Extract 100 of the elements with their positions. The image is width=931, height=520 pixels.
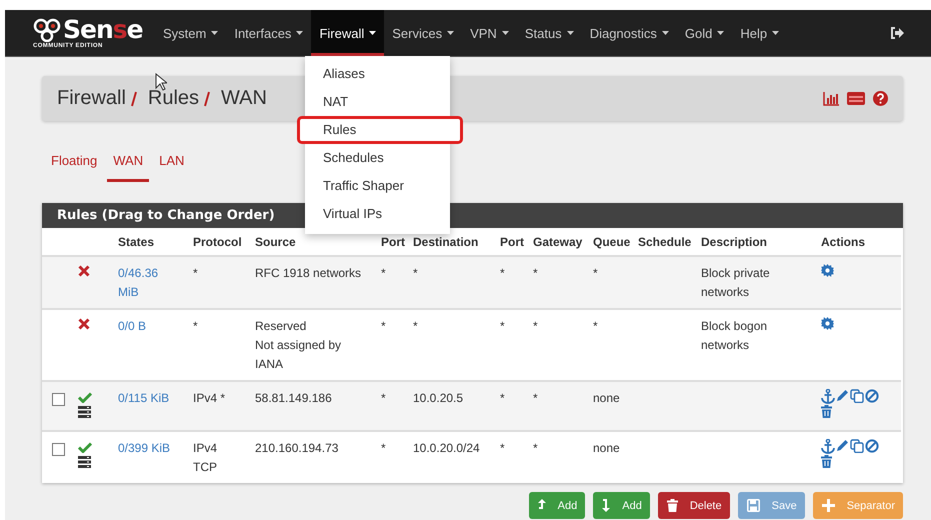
table-cell: * xyxy=(590,309,635,381)
logout-icon[interactable] xyxy=(890,27,904,39)
column-header: Gateway xyxy=(530,228,590,256)
slash-icon xyxy=(203,90,212,108)
tab[interactable]: LAN xyxy=(159,149,184,182)
table-cell-text: 210.160.194.73 xyxy=(255,440,340,457)
breadcrumb-item: Rules xyxy=(148,87,200,110)
save-icon xyxy=(746,499,760,512)
log-icon[interactable] xyxy=(847,92,865,105)
action-button[interactable]: Delete xyxy=(658,492,730,519)
caret-icon xyxy=(662,31,669,35)
column-header: States xyxy=(115,228,190,256)
column-header: Queue xyxy=(590,228,635,256)
column-header: Protocol xyxy=(190,228,252,256)
server-icon xyxy=(78,456,91,468)
table-cell: * xyxy=(497,309,530,381)
table-cell: 10.0.20.0/24 xyxy=(410,431,497,483)
logo-icon xyxy=(33,18,63,42)
caret-icon xyxy=(447,31,454,35)
caret-icon xyxy=(296,31,304,35)
disable-icon[interactable] xyxy=(865,439,879,453)
slash-icon xyxy=(130,90,138,108)
action-button[interactable]: Add xyxy=(593,492,650,519)
trash-icon xyxy=(666,499,678,512)
states-link[interactable]: 0/399 KiB xyxy=(118,439,170,458)
nav-menu[interactable]: Diagnostics xyxy=(582,10,677,56)
column-header: Port xyxy=(378,228,410,256)
logo-text: Sense xyxy=(63,18,143,42)
table-cell: * xyxy=(530,256,590,309)
table-cell: * xyxy=(497,256,530,309)
states-link[interactable]: 0/46.36 MiB xyxy=(118,264,176,302)
pencil-icon[interactable] xyxy=(836,389,849,402)
menu-item[interactable]: Virtual IPs xyxy=(305,200,450,228)
table-cell: * xyxy=(410,256,497,309)
nav-menu[interactable]: Interfaces xyxy=(226,10,312,56)
caret-icon xyxy=(772,31,780,35)
cursor-icon xyxy=(155,73,167,91)
menu-item[interactable]: Aliases xyxy=(305,60,450,88)
table-cell: 10.0.20.5 xyxy=(410,381,497,431)
table-cell-text: Not assigned by IANA xyxy=(255,337,342,373)
panel-title: Rules (Drag to Change Order) xyxy=(57,208,275,223)
anchor-icon[interactable] xyxy=(821,439,835,454)
column-header: Source xyxy=(252,228,378,256)
chart-icon[interactable] xyxy=(823,92,839,106)
breadcrumb-item: WAN xyxy=(221,87,267,110)
nav-menu[interactable]: Status xyxy=(516,10,582,56)
disable-icon[interactable] xyxy=(865,389,879,403)
table-cell: * xyxy=(530,381,590,431)
breadcrumb-item: Firewall xyxy=(57,87,126,110)
caret-icon xyxy=(566,31,574,35)
menu-item[interactable]: Schedules xyxy=(305,144,450,172)
table-cell-text: Reserved xyxy=(255,318,308,335)
table-cell: Block private networks xyxy=(701,266,770,299)
nav-menu[interactable]: VPN xyxy=(462,10,517,56)
settings-icon[interactable] xyxy=(821,264,834,277)
table-cell-text: 58.81.149.186 xyxy=(255,390,333,407)
nav-menu[interactable]: Services xyxy=(384,10,462,56)
row-checkbox[interactable] xyxy=(52,443,65,456)
action-button[interactable]: Add xyxy=(528,492,586,519)
server-icon xyxy=(78,406,91,418)
pencil-icon[interactable] xyxy=(836,439,849,452)
table-cell-text: * xyxy=(193,318,198,335)
help-icon[interactable] xyxy=(873,91,888,106)
table-cell: none xyxy=(590,431,635,483)
anchor-icon[interactable] xyxy=(821,389,835,404)
column-header: Schedule xyxy=(635,228,698,256)
menu-item[interactable]: NAT xyxy=(305,88,450,116)
table-cell-text: IPv4 * xyxy=(193,390,226,407)
table-cell-text: RFC 1918 networks xyxy=(255,265,362,282)
tab[interactable]: WAN xyxy=(107,149,150,182)
column-header: Destination xyxy=(410,228,497,256)
table-cell: * xyxy=(497,381,530,431)
menu-item[interactable]: Traffic Shaper xyxy=(305,172,450,200)
caret-icon xyxy=(369,31,376,35)
table-cell: * xyxy=(378,309,410,381)
row-checkbox[interactable] xyxy=(52,393,65,406)
caret-icon xyxy=(502,31,509,35)
nav-menu[interactable]: System xyxy=(155,10,226,56)
states-link[interactable]: 0/115 KiB xyxy=(118,389,170,408)
states-link[interactable]: 0/0 B xyxy=(118,317,146,336)
plus-icon xyxy=(822,499,835,512)
tab[interactable]: Floating xyxy=(51,149,98,182)
menu-item[interactable]: Rules xyxy=(297,116,463,144)
nav-menu[interactable]: Gold xyxy=(676,10,732,56)
settings-icon[interactable] xyxy=(821,317,834,330)
table-cell: Block bogon networks xyxy=(701,319,768,352)
nav-menu[interactable]: Firewall xyxy=(311,10,384,56)
trash-icon[interactable] xyxy=(821,455,832,468)
table-cell: * xyxy=(530,309,590,381)
column-header: Actions xyxy=(818,228,901,256)
arrow-up-icon xyxy=(538,499,546,512)
table-cell-text: IPv4 TCP xyxy=(193,440,218,476)
nav-menu[interactable]: Help xyxy=(732,10,788,56)
copy-icon[interactable] xyxy=(850,439,864,453)
table-cell: * xyxy=(378,256,410,309)
table-cell: * xyxy=(410,309,497,381)
copy-icon[interactable] xyxy=(850,389,864,403)
arrow-down-icon xyxy=(602,499,610,512)
table-cell: * xyxy=(497,431,530,483)
trash-icon[interactable] xyxy=(821,405,832,418)
